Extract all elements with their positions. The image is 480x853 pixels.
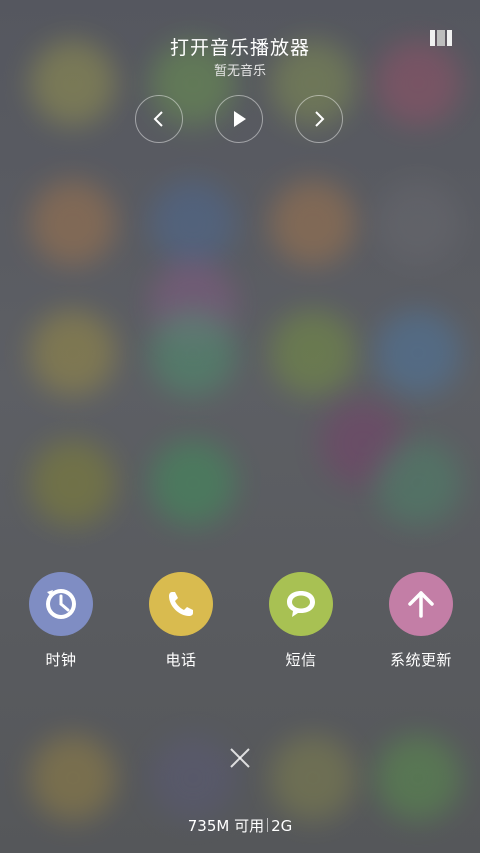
play-icon xyxy=(234,111,246,127)
blurred-app-icon xyxy=(30,310,116,396)
previous-track-button[interactable] xyxy=(135,95,183,143)
blurred-app-icon xyxy=(150,180,236,266)
divider xyxy=(267,818,269,832)
blurred-app-icon xyxy=(30,735,116,821)
next-track-button[interactable] xyxy=(295,95,343,143)
music-player-widget: 打开音乐播放器 暂无音乐 xyxy=(0,0,480,170)
close-icon xyxy=(230,748,250,768)
blurred-app-icon xyxy=(270,735,356,821)
shortcut-system-update[interactable]: 系统更新 xyxy=(371,572,471,672)
blurred-app-icon xyxy=(150,735,236,821)
play-button[interactable] xyxy=(215,95,263,143)
music-player-title[interactable]: 打开音乐播放器 xyxy=(0,33,480,60)
blurred-app-icon xyxy=(150,310,236,396)
arrow-up-icon xyxy=(389,572,453,636)
blurred-app-icon xyxy=(270,310,356,396)
blurred-app-icon xyxy=(30,180,116,266)
shortcut-label: 短信 xyxy=(285,651,317,669)
shortcut-label: 系统更新 xyxy=(389,651,452,669)
blurred-app-icon xyxy=(30,440,116,526)
blurred-app-icon xyxy=(375,440,461,526)
shortcut-phone[interactable]: 电话 xyxy=(131,572,231,672)
blurred-app-icon xyxy=(270,180,356,266)
memory-status: 735M 可用 2G xyxy=(0,815,480,836)
close-button[interactable] xyxy=(226,744,254,772)
shortcut-clock[interactable]: 时钟 xyxy=(11,572,111,672)
shortcut-label: 电话 xyxy=(165,651,197,669)
blurred-app-icon xyxy=(375,310,461,396)
chevron-left-icon xyxy=(153,111,163,127)
music-player-subtitle: 暂无音乐 xyxy=(213,64,266,79)
chevron-right-icon xyxy=(315,111,325,127)
blurred-app-icon xyxy=(375,735,461,821)
network-type: 2G xyxy=(271,817,293,835)
phone-icon xyxy=(149,572,213,636)
clock-icon xyxy=(29,572,93,636)
columns-icon[interactable] xyxy=(430,30,452,46)
message-icon xyxy=(269,572,333,636)
memory-available: 735M 可用 xyxy=(187,817,265,835)
shortcut-messages[interactable]: 短信 xyxy=(251,572,351,672)
blurred-app-icon xyxy=(375,180,461,266)
shortcut-label: 时钟 xyxy=(45,651,77,669)
blurred-app-icon xyxy=(150,440,236,526)
